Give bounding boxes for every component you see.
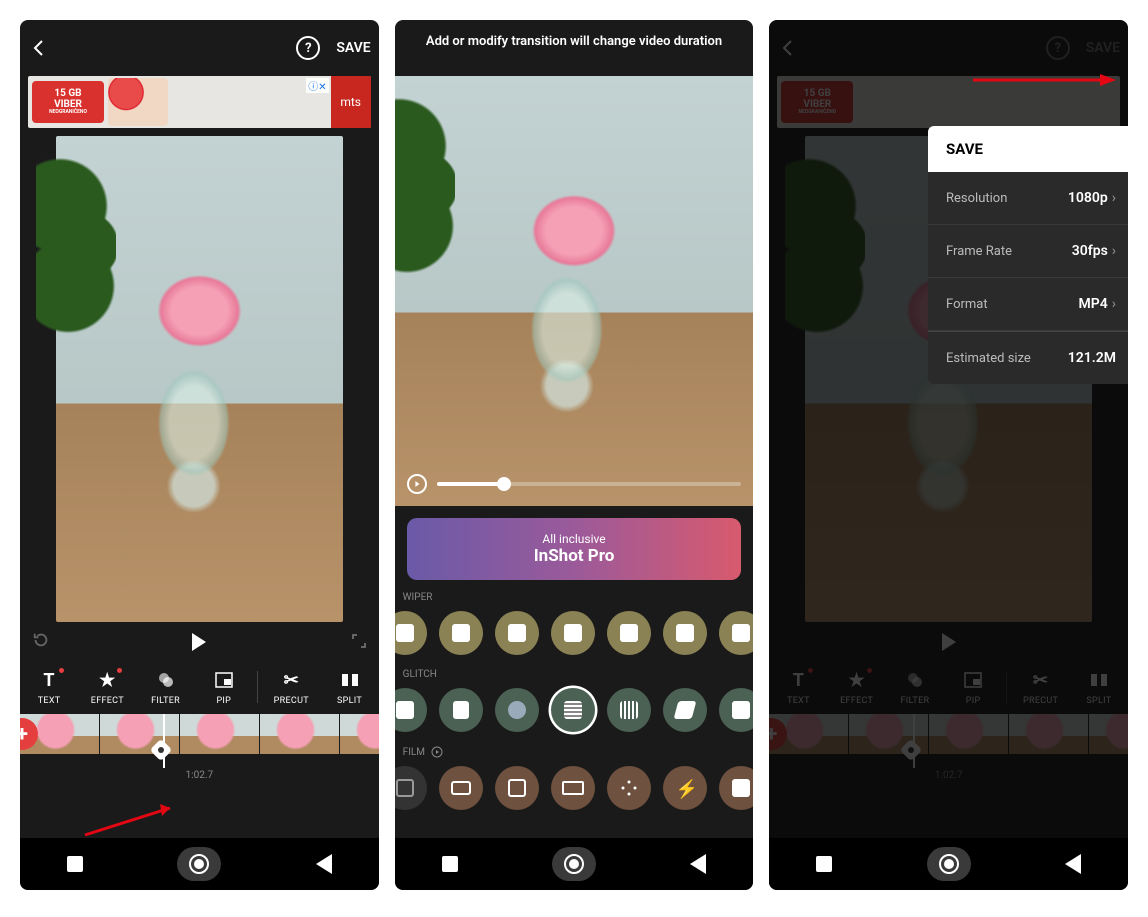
ad-close-icon[interactable]: ⓘ✕	[306, 78, 328, 93]
editor-toolbar: T TEXT ★ EFFECT FILTER PIP ✂ PRECUT	[20, 662, 379, 712]
video-preview[interactable]	[20, 132, 379, 622]
transition-option[interactable]	[719, 766, 754, 810]
tool-precut[interactable]: ✂ PRECUT	[266, 668, 316, 706]
screen-transitions: Add or modify transition will change vid…	[395, 20, 754, 890]
chevron-right-icon: ›	[1112, 243, 1116, 259]
save-options-panel: SAVE Resolution 1080p› Frame Rate 30fps›…	[928, 126, 1128, 384]
back-icon[interactable]	[28, 36, 52, 60]
transition-picker: WIPER GLITCH FILM	[395, 580, 754, 824]
transition-option[interactable]	[439, 688, 483, 732]
timeline-clip[interactable]	[180, 714, 260, 754]
ad-logo: 15 GB VIBER NEOGRANIČENO	[32, 81, 104, 123]
section-film-label: FILM	[395, 742, 754, 762]
redo-icon[interactable]	[32, 631, 50, 653]
timeline[interactable]: +	[20, 714, 379, 768]
transition-row-glitch	[395, 684, 754, 742]
android-nav-bar	[769, 838, 1128, 890]
screen-editor: ? SAVE 15 GB VIBER NEOGRANIČENO ⓘ✕ mts T…	[20, 20, 379, 890]
timeline-clip[interactable]	[340, 714, 379, 754]
transition-option[interactable]	[495, 611, 539, 655]
annotation-arrow	[80, 800, 190, 840]
tool-text[interactable]: T TEXT	[24, 668, 74, 706]
screen-save-dialog: ? SAVE 15 GB VIBER NEOGRANIČENO TTEXT ★E…	[769, 20, 1128, 890]
transition-option[interactable]	[719, 688, 754, 732]
nav-back-icon[interactable]	[316, 854, 332, 874]
transition-option[interactable]: ⚡	[663, 766, 707, 810]
hint-text: Add or modify transition will change vid…	[395, 34, 754, 49]
slider-track[interactable]	[437, 482, 742, 486]
transition-option[interactable]	[439, 611, 483, 655]
transition-option[interactable]	[719, 611, 754, 655]
nav-home-icon[interactable]	[177, 847, 221, 881]
inshot-pro-banner[interactable]: All inclusive InShot Pro	[407, 518, 742, 580]
android-nav-bar	[395, 838, 754, 890]
transition-option[interactable]	[495, 688, 539, 732]
split-icon	[338, 668, 362, 692]
ad-banner[interactable]: 15 GB VIBER NEOGRANIČENO ⓘ✕ mts	[28, 76, 371, 128]
save-row-resolution[interactable]: Resolution 1080p›	[928, 172, 1128, 225]
transition-option[interactable]	[395, 688, 427, 732]
transition-option[interactable]	[663, 688, 707, 732]
transition-option[interactable]	[607, 688, 651, 732]
transition-option[interactable]	[663, 611, 707, 655]
android-nav-bar	[20, 838, 379, 890]
nav-home-icon[interactable]	[552, 847, 596, 881]
play-icon[interactable]	[192, 633, 206, 651]
help-icon[interactable]: ?	[296, 36, 320, 60]
transition-duration-slider[interactable]	[407, 474, 742, 494]
nav-home-icon[interactable]	[927, 847, 971, 881]
text-icon: T	[37, 668, 61, 692]
timeline-clip[interactable]	[260, 714, 340, 754]
tool-filter[interactable]: FILTER	[141, 668, 191, 706]
section-wipe-label: WIPER	[395, 588, 754, 607]
transition-option[interactable]	[495, 766, 539, 810]
transition-option[interactable]	[439, 766, 483, 810]
transition-row-film: ⚡	[395, 762, 754, 820]
save-row-format[interactable]: Format MP4›	[928, 278, 1128, 331]
filter-icon	[154, 668, 178, 692]
toolbar-divider	[257, 671, 258, 703]
preview-frame	[56, 136, 343, 622]
transition-option[interactable]	[551, 766, 595, 810]
time-label: 1:02.7	[20, 770, 379, 781]
transition-option-selected[interactable]	[551, 688, 595, 732]
nav-recent-icon[interactable]	[442, 856, 458, 872]
playback-controls	[20, 622, 379, 662]
top-bar: Add or modify transition will change vid…	[395, 20, 754, 76]
scissors-icon: ✂	[279, 668, 303, 692]
transition-row-wipe	[395, 607, 754, 665]
nav-back-icon[interactable]	[1065, 854, 1081, 874]
tool-split[interactable]: SPLIT	[325, 668, 375, 706]
nav-recent-icon[interactable]	[816, 856, 832, 872]
save-button[interactable]: SAVE	[336, 40, 370, 56]
transition-option[interactable]	[395, 766, 427, 810]
chevron-right-icon: ›	[1112, 296, 1116, 312]
transition-option[interactable]	[551, 611, 595, 655]
nav-recent-icon[interactable]	[67, 856, 83, 872]
ad-brand: mts	[331, 76, 371, 128]
save-row-framerate[interactable]: Frame Rate 30fps›	[928, 225, 1128, 278]
effect-icon: ★	[95, 668, 119, 692]
clock-icon	[407, 474, 427, 494]
pip-icon	[212, 668, 236, 692]
transition-option[interactable]	[607, 611, 651, 655]
section-glitch-label: GLITCH	[395, 665, 754, 684]
transition-option[interactable]	[607, 766, 651, 810]
nav-back-icon[interactable]	[690, 854, 706, 874]
tool-pip[interactable]: PIP	[199, 668, 249, 706]
transition-option[interactable]	[395, 611, 427, 655]
save-row-size: Estimated size 121.2M	[928, 331, 1128, 384]
preview-frame	[395, 76, 754, 506]
top-bar: ? SAVE	[20, 20, 379, 76]
chevron-right-icon: ›	[1112, 190, 1116, 206]
fullscreen-icon[interactable]	[351, 633, 367, 652]
video-preview[interactable]	[395, 76, 754, 506]
save-panel-header: SAVE	[928, 126, 1128, 172]
music-icon	[431, 746, 443, 758]
tool-effect[interactable]: ★ EFFECT	[82, 668, 132, 706]
ad-image	[108, 78, 168, 126]
